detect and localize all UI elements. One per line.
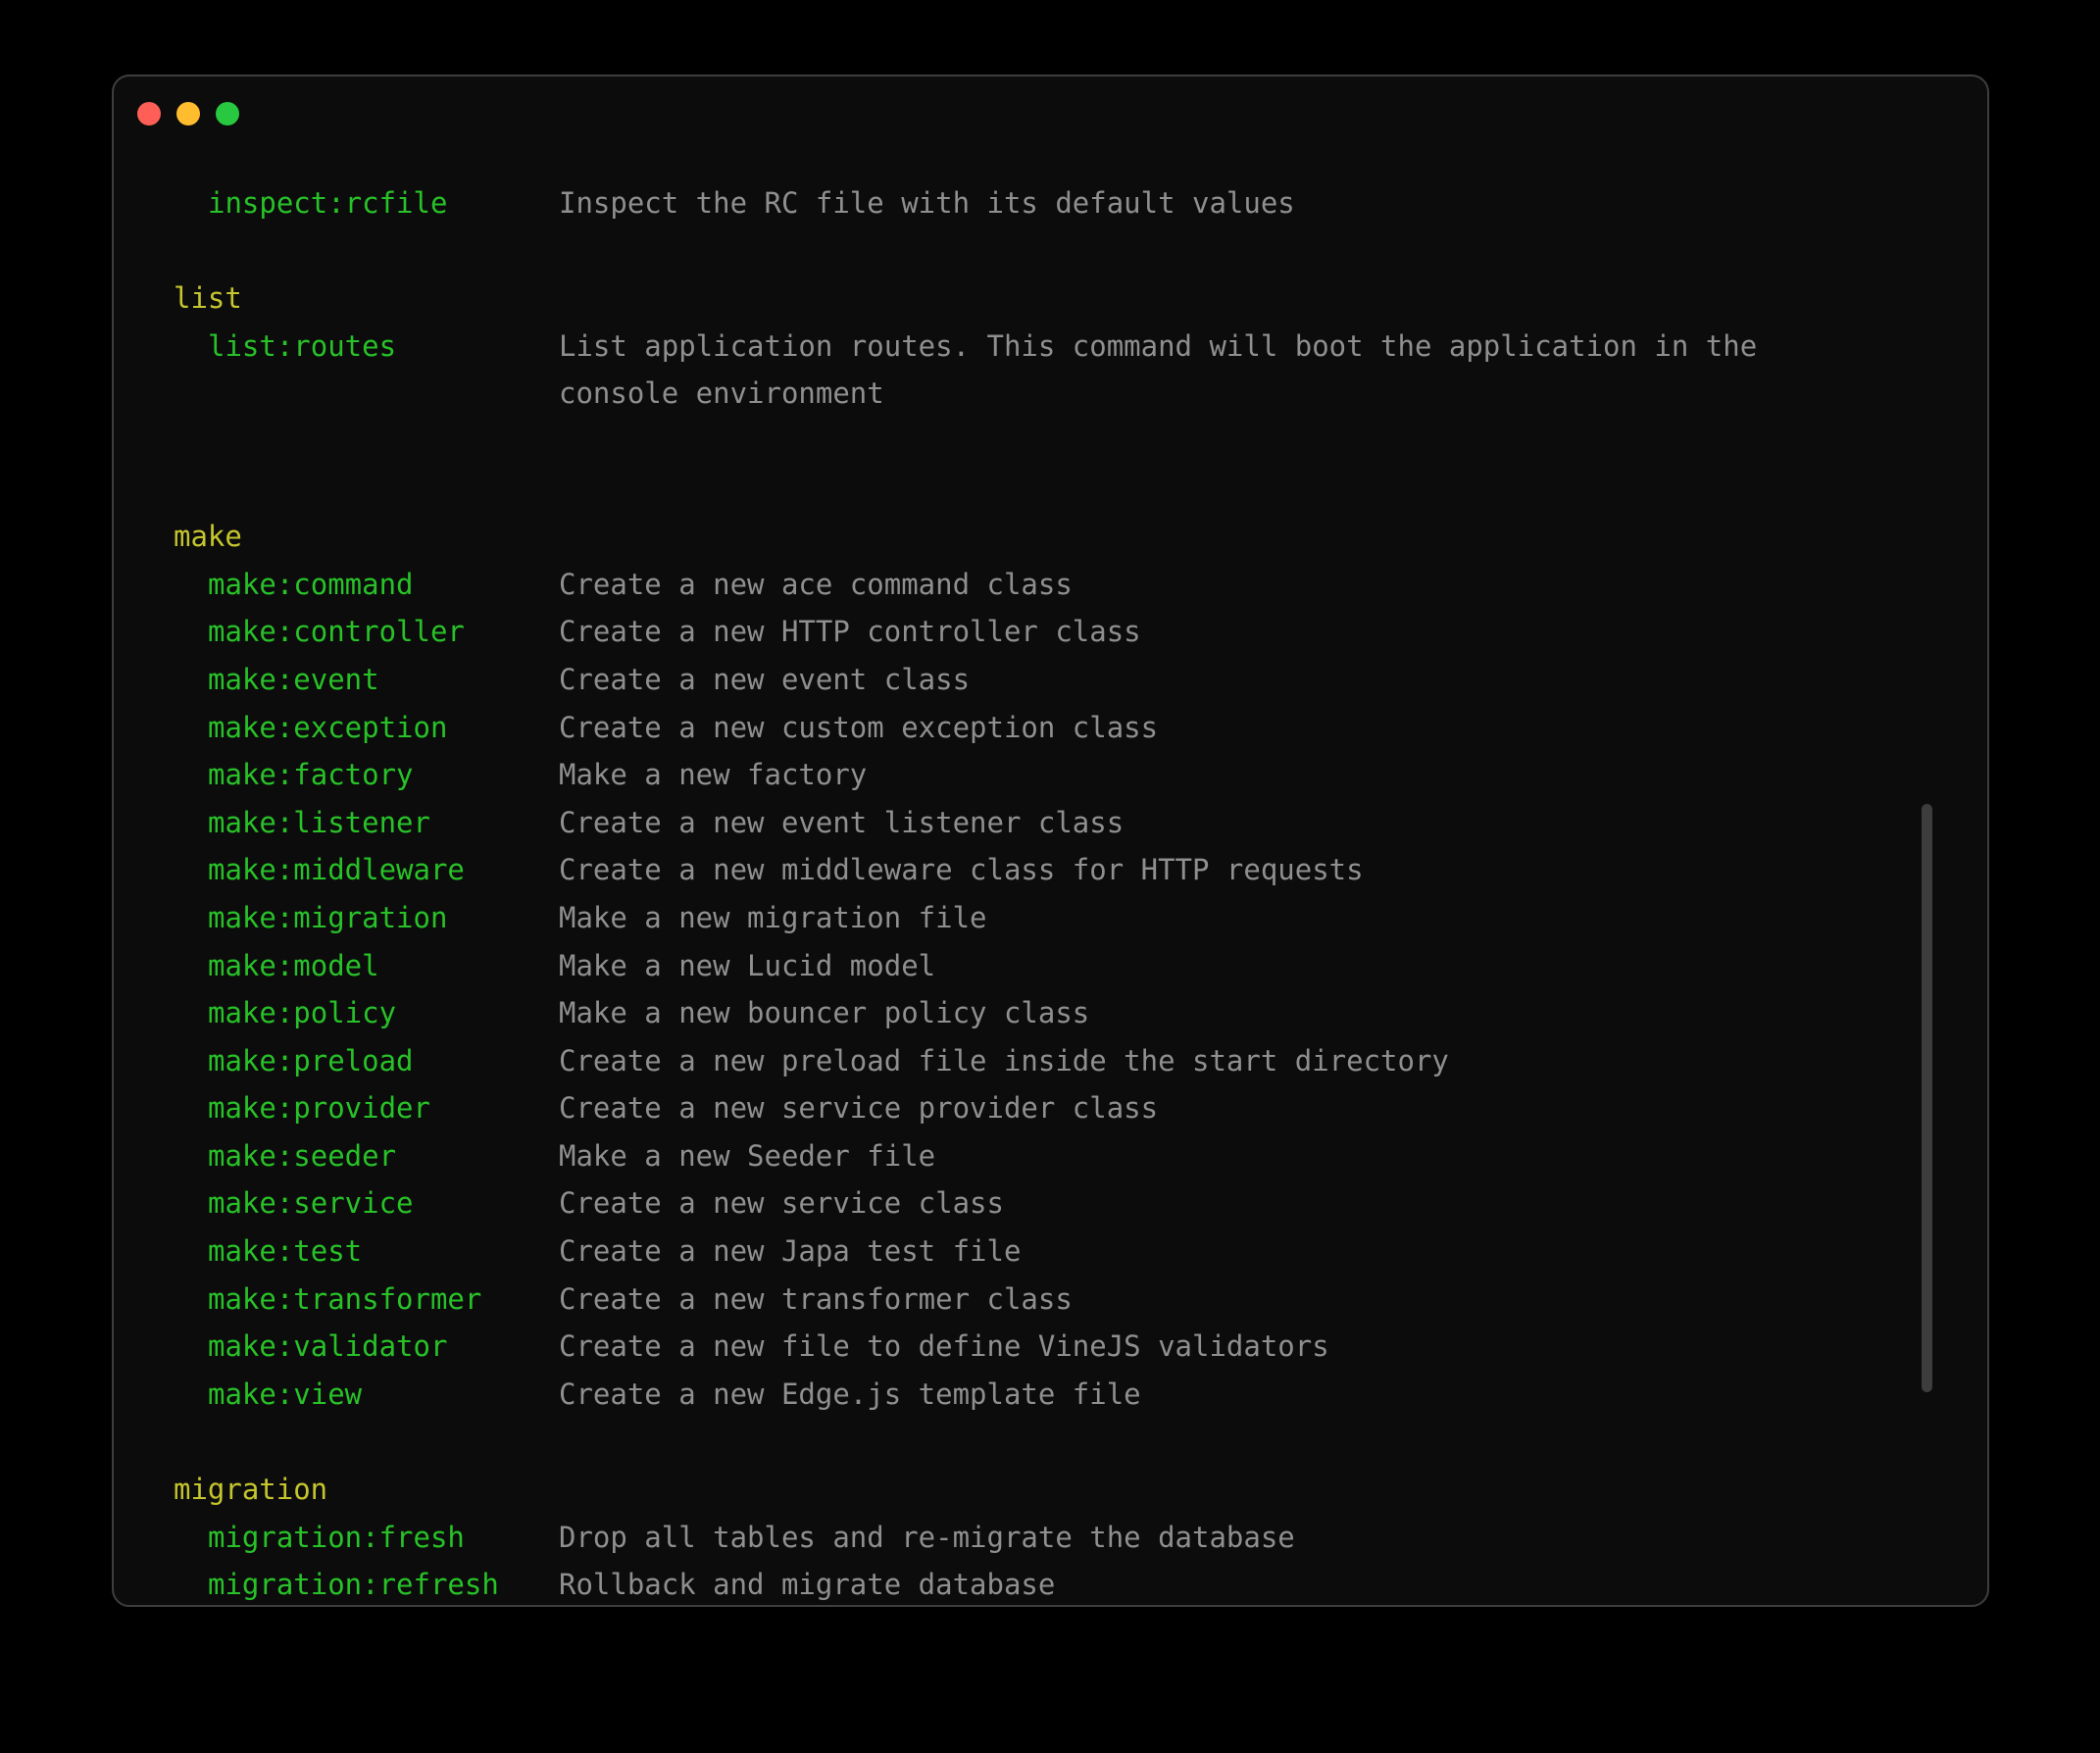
command-name: make:listener: [208, 799, 559, 847]
command-description: Create a new transformer class: [559, 1276, 1833, 1324]
command-description: Create a new preload file inside the sta…: [559, 1037, 1833, 1085]
command-description: Create a new custom exception class: [559, 704, 1833, 752]
command-row: migration:refreshRollback and migrate da…: [114, 1561, 1948, 1609]
command-description: Create a new service class: [559, 1179, 1833, 1227]
command-row: make:testCreate a new Japa test file: [114, 1227, 1948, 1276]
command-row: make:eventCreate a new event class: [114, 656, 1948, 704]
command-description: Create a new Japa test file: [559, 1227, 1833, 1276]
blank-line: [114, 227, 1948, 275]
blank-line: [114, 1418, 1948, 1466]
command-description: Create a new Edge.js template file: [559, 1371, 1833, 1419]
command-description: Make a new bouncer policy class: [559, 989, 1833, 1037]
minimize-button[interactable]: [176, 102, 200, 125]
command-row: make:controllerCreate a new HTTP control…: [114, 608, 1948, 656]
command-row: make:validatorCreate a new file to defin…: [114, 1323, 1948, 1371]
command-name: migration:fresh: [208, 1514, 559, 1562]
command-name: make:middleware: [208, 846, 559, 894]
command-name: make:provider: [208, 1084, 559, 1132]
command-description: Make a new factory: [559, 751, 1833, 799]
command-row: make:exceptionCreate a new custom except…: [114, 704, 1948, 752]
command-row: make:middlewareCreate a new middleware c…: [114, 846, 1948, 894]
command-description: Create a new event listener class: [559, 799, 1833, 847]
command-description: Rollback and migrate database: [559, 1561, 1833, 1609]
command-description: Make a new migration file: [559, 894, 1833, 942]
command-description: Create a new file to define VineJS valid…: [559, 1323, 1833, 1371]
command-row: make:serviceCreate a new service class: [114, 1179, 1948, 1227]
command-list: inspect:rcfileInspect the RC file with i…: [114, 179, 1948, 1609]
command-row: make:factoryMake a new factory: [114, 751, 1948, 799]
command-row: make:migrationMake a new migration file: [114, 894, 1948, 942]
command-name: make:validator: [208, 1323, 559, 1371]
command-row: inspect:rcfileInspect the RC file with i…: [114, 179, 1948, 227]
command-name: make:view: [208, 1371, 559, 1419]
command-name: make:service: [208, 1179, 559, 1227]
command-name: make:controller: [208, 608, 559, 656]
command-name: make:transformer: [208, 1276, 559, 1324]
blank-line: [114, 418, 1948, 466]
command-row: make:transformerCreate a new transformer…: [114, 1276, 1948, 1324]
command-name: make:seeder: [208, 1132, 559, 1180]
window-titlebar[interactable]: [114, 76, 1987, 151]
command-description: Create a new ace command class: [559, 561, 1833, 609]
command-name: make:migration: [208, 894, 559, 942]
command-name: make:factory: [208, 751, 559, 799]
section-heading: make: [114, 513, 1948, 561]
command-name: make:exception: [208, 704, 559, 752]
command-description: Inspect the RC file with its default val…: [559, 179, 1833, 227]
command-name: inspect:rcfile: [208, 179, 559, 227]
command-row: make:listenerCreate a new event listener…: [114, 799, 1948, 847]
command-name: make:event: [208, 656, 559, 704]
command-row: make:policyMake a new bouncer policy cla…: [114, 989, 1948, 1037]
command-row: make:commandCreate a new ace command cla…: [114, 561, 1948, 609]
command-name: make:preload: [208, 1037, 559, 1085]
command-description: Drop all tables and re-migrate the datab…: [559, 1514, 1833, 1562]
command-description: Create a new middleware class for HTTP r…: [559, 846, 1833, 894]
command-row: make:modelMake a new Lucid model: [114, 942, 1948, 990]
command-description: Make a new Lucid model: [559, 942, 1833, 990]
command-row: make:seederMake a new Seeder file: [114, 1132, 1948, 1180]
command-row: migration:freshDrop all tables and re-mi…: [114, 1514, 1948, 1562]
command-name: make:model: [208, 942, 559, 990]
scrollbar-thumb[interactable]: [1922, 804, 1932, 1392]
section-heading: migration: [114, 1466, 1948, 1514]
section-heading: list: [114, 275, 1948, 323]
zoom-button[interactable]: [216, 102, 239, 125]
terminal-window: inspect:rcfileInspect the RC file with i…: [112, 75, 1989, 1607]
command-description: Create a new service provider class: [559, 1084, 1833, 1132]
traffic-lights: [137, 102, 239, 125]
command-name: migration:refresh: [208, 1561, 559, 1609]
close-button[interactable]: [137, 102, 161, 125]
command-row: list:routesList application routes. This…: [114, 323, 1948, 418]
command-description: Make a new Seeder file: [559, 1132, 1833, 1180]
command-name: make:test: [208, 1227, 559, 1276]
command-row: make:providerCreate a new service provid…: [114, 1084, 1948, 1132]
command-row: make:viewCreate a new Edge.js template f…: [114, 1371, 1948, 1419]
command-description: Create a new event class: [559, 656, 1833, 704]
command-name: make:command: [208, 561, 559, 609]
command-name: list:routes: [208, 323, 559, 371]
command-row: make:preloadCreate a new preload file in…: [114, 1037, 1948, 1085]
command-description: Create a new HTTP controller class: [559, 608, 1833, 656]
command-description: List application routes. This command wi…: [559, 323, 1833, 418]
blank-line: [114, 466, 1948, 514]
command-name: make:policy: [208, 989, 559, 1037]
